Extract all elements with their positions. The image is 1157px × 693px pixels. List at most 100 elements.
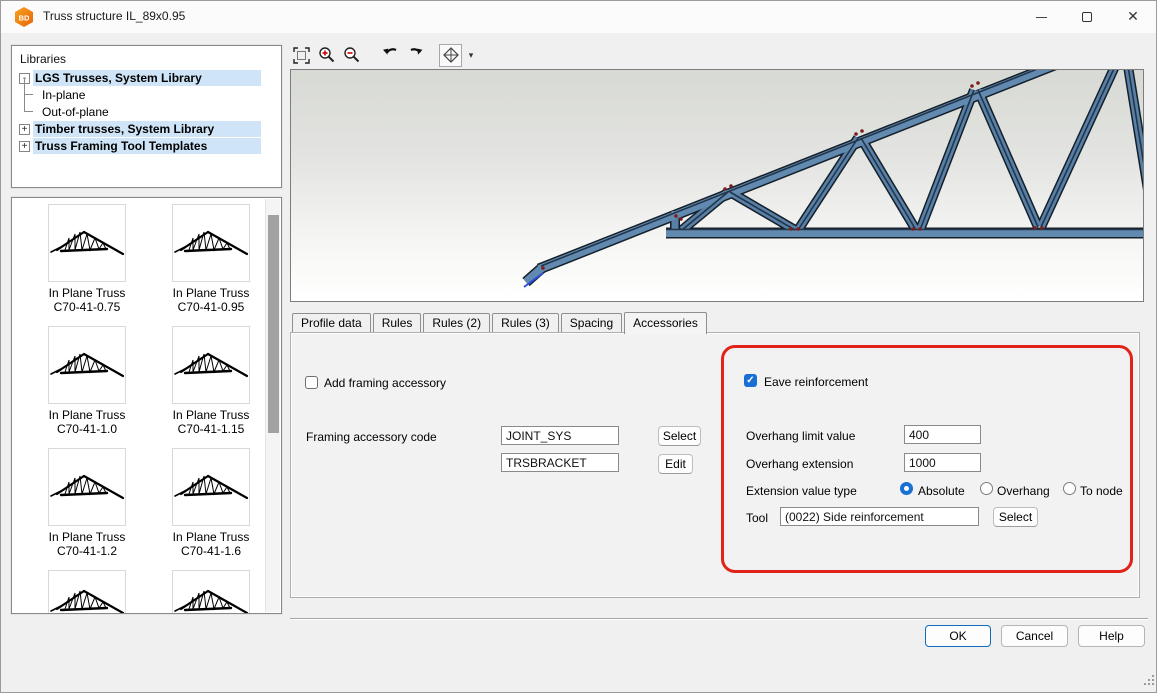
framing-accessory-select-button[interactable]: Select: [658, 426, 701, 446]
tree-item-lgs-trusses[interactable]: - LGS Trusses, System Library: [12, 70, 281, 87]
tab-strip: Profile data Rules Rules (2) Rules (3) S…: [292, 312, 709, 332]
tab-rules-2[interactable]: Rules (2): [423, 313, 490, 332]
minimize-button[interactable]: [1018, 1, 1064, 32]
tab-spacing[interactable]: Spacing: [561, 313, 622, 332]
scrollbar-thumb[interactable]: [268, 215, 279, 433]
fit-view-icon: [293, 47, 310, 64]
radio-absolute-label[interactable]: Absolute: [918, 484, 965, 498]
eave-reinforcement-checkbox[interactable]: ✓: [744, 374, 757, 387]
catalog-item-name[interactable]: In Plane Truss: [32, 286, 142, 300]
zoom-in-button[interactable]: [315, 44, 338, 67]
tab-profile-data[interactable]: Profile data: [292, 313, 371, 332]
cancel-button[interactable]: Cancel: [1001, 625, 1068, 647]
catalog-item[interactable]: [156, 570, 266, 614]
tool-select-button[interactable]: Select: [993, 507, 1038, 527]
tree-item-truss-framing-templates[interactable]: + Truss Framing Tool Templates: [12, 138, 281, 155]
framing-accessory-edit-button[interactable]: Edit: [658, 454, 693, 474]
radio-overhang-label[interactable]: Overhang: [997, 484, 1050, 498]
tree-item-label[interactable]: Timber trusses, System Library: [33, 121, 261, 137]
catalog-item[interactable]: In Plane Truss C70-41-1.0: [32, 326, 142, 436]
truss-3d-drawing: [291, 70, 1144, 302]
add-framing-accessory-label: Add framing accessory: [324, 376, 446, 390]
tab-rules-3[interactable]: Rules (3): [492, 313, 559, 332]
catalog-item[interactable]: In Plane Truss C70-41-0.75: [32, 204, 142, 314]
framing-accessory-code-label: Framing accessory code: [306, 430, 437, 444]
framing-accessory-code-input-2[interactable]: [501, 453, 619, 472]
catalog-item[interactable]: In Plane Truss C70-41-1.15: [156, 326, 266, 436]
fit-view-button[interactable]: [290, 44, 313, 67]
pan-mode-button[interactable]: [439, 44, 462, 67]
catalog-item-code[interactable]: C70-41-0.75: [32, 300, 142, 314]
catalog-item-name[interactable]: In Plane Truss: [156, 530, 266, 544]
catalog-item-code[interactable]: C70-41-1.0: [32, 422, 142, 436]
tree-item-label[interactable]: Truss Framing Tool Templates: [33, 138, 261, 154]
resize-grip[interactable]: [1143, 674, 1155, 686]
viewport-toolbar: ▾: [290, 42, 478, 68]
tree-item-label[interactable]: Out-of-plane: [42, 104, 109, 120]
rotate-left-icon: [382, 46, 400, 64]
tree-item-label[interactable]: LGS Trusses, System Library: [33, 70, 261, 86]
add-framing-accessory-checkbox[interactable]: [305, 376, 318, 389]
app-logo-icon: BD: [14, 7, 34, 27]
truss-thumbnail: [48, 326, 126, 404]
overhang-extension-label: Overhang extension: [746, 457, 853, 471]
extension-value-type-label: Extension value type: [746, 484, 857, 498]
catalog-item-code[interactable]: C70-41-0.95: [156, 300, 266, 314]
truss-3d-view[interactable]: [290, 69, 1144, 302]
title-bar: BD Truss structure IL_89x0.95 ✕: [1, 1, 1157, 33]
help-button[interactable]: Help: [1078, 625, 1145, 647]
rotate-left-button[interactable]: [379, 44, 402, 67]
overhang-extension-input[interactable]: [904, 453, 981, 472]
footer-separator: [290, 618, 1148, 620]
catalog-item[interactable]: [32, 570, 142, 614]
libraries-header: Libraries: [20, 52, 66, 66]
expand-icon[interactable]: +: [19, 124, 30, 135]
catalog-item-name[interactable]: In Plane Truss: [156, 408, 266, 422]
catalog-item-name[interactable]: In Plane Truss: [156, 286, 266, 300]
maximize-icon: [1082, 12, 1092, 22]
close-button[interactable]: ✕: [1110, 1, 1156, 32]
rotate-right-button[interactable]: [404, 44, 427, 67]
truss-thumbnail: [172, 570, 250, 614]
zoom-out-button[interactable]: [340, 44, 363, 67]
catalog-item-code[interactable]: C70-41-1.15: [156, 422, 266, 436]
zoom-out-icon: [343, 46, 361, 64]
expand-icon[interactable]: +: [19, 141, 30, 152]
radio-to-node-label[interactable]: To node: [1080, 484, 1123, 498]
catalog-item[interactable]: In Plane Truss C70-41-1.6: [156, 448, 266, 558]
tree-item-label[interactable]: In-plane: [42, 87, 85, 103]
catalog-item[interactable]: In Plane Truss C70-41-0.95: [156, 204, 266, 314]
tree-item-in-plane[interactable]: In-plane: [12, 87, 281, 104]
framing-accessory-code-input-1[interactable]: [501, 426, 619, 445]
catalog-item-name[interactable]: In Plane Truss: [32, 408, 142, 422]
truss-thumbnail: [48, 570, 126, 614]
overhang-limit-input[interactable]: [904, 425, 981, 444]
radio-overhang[interactable]: [980, 482, 993, 495]
dialog-window: BD Truss structure IL_89x0.95 ✕ Librarie…: [0, 0, 1157, 693]
catalog-item-code[interactable]: C70-41-1.6: [156, 544, 266, 558]
tab-accessories[interactable]: Accessories: [624, 312, 707, 334]
truss-thumbnail: [172, 448, 250, 526]
catalog-scrollbar[interactable]: [265, 199, 280, 612]
eave-reinforcement-label: Eave reinforcement: [764, 375, 868, 389]
tree-item-out-of-plane[interactable]: Out-of-plane: [12, 104, 281, 121]
close-icon: ✕: [1127, 8, 1139, 25]
radio-absolute[interactable]: [900, 482, 913, 495]
toolbar-dropdown-caret[interactable]: ▾: [464, 50, 478, 61]
catalog-item-code[interactable]: C70-41-1.2: [32, 544, 142, 558]
tab-rules[interactable]: Rules: [373, 313, 422, 332]
truss-thumbnail: [48, 204, 126, 282]
tool-input[interactable]: [780, 507, 979, 526]
catalog-item-name[interactable]: In Plane Truss: [32, 530, 142, 544]
zoom-in-icon: [318, 46, 336, 64]
libraries-panel: Libraries - LGS Trusses, System Library …: [11, 45, 282, 188]
svg-text:BD: BD: [19, 14, 30, 23]
maximize-button[interactable]: [1064, 1, 1110, 32]
overhang-limit-label: Overhang limit value: [746, 429, 855, 443]
catalog-item[interactable]: In Plane Truss C70-41-1.2: [32, 448, 142, 558]
pan-mode-icon: [443, 47, 459, 63]
radio-to-node[interactable]: [1063, 482, 1076, 495]
tree-item-timber-trusses[interactable]: + Timber trusses, System Library: [12, 121, 281, 138]
ok-button[interactable]: OK: [925, 625, 991, 647]
truss-thumbnail: [172, 326, 250, 404]
